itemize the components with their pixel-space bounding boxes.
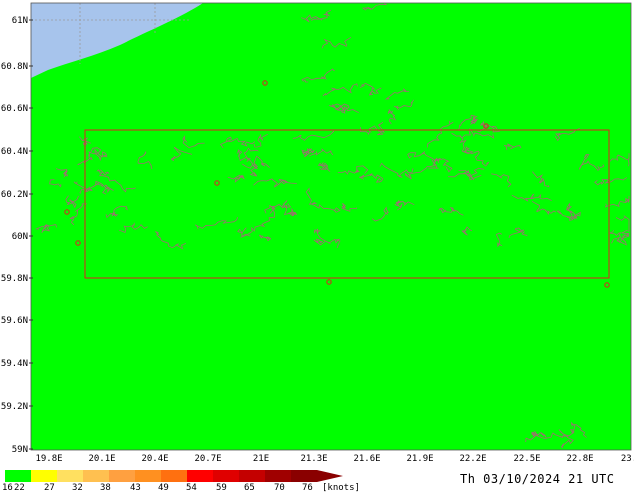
lat-label: 59.2N: [1, 402, 28, 412]
lon-label: 21.3E: [300, 454, 327, 464]
legend-swatch: [187, 470, 213, 482]
lat-label: 60.4N: [1, 147, 28, 157]
legend-value: 54: [186, 483, 197, 493]
legend-unit: [knots]: [322, 483, 360, 493]
legend-value: 76: [302, 483, 313, 493]
lat-label: 60.8N: [1, 62, 28, 72]
lon-label: 19.8E: [35, 454, 62, 464]
legend-value: 22: [14, 483, 25, 493]
legend-swatch: [5, 470, 31, 482]
legend-swatch: [213, 470, 239, 482]
lat-label: 59.6N: [1, 316, 28, 326]
legend-value: 16: [2, 483, 13, 493]
legend-value: 38: [100, 483, 111, 493]
legend-value: 32: [72, 483, 83, 493]
legend-swatch: [239, 470, 265, 482]
legend-swatch: [31, 470, 57, 482]
legend-swatch: [57, 470, 83, 482]
lon-label: 22.5E: [513, 454, 540, 464]
legend-arrow: [317, 470, 343, 482]
lon-label: 21.9E: [406, 454, 433, 464]
lon-label: 22.2E: [459, 454, 486, 464]
valid-time: Th 03/10/2024 21 UTC: [460, 472, 615, 486]
lon-label: 20.4E: [141, 454, 168, 464]
wind-map: 61N 60.8N 60.6N 60.4N 60.2N 60N 59.8N 59.6N 59.4…: [1, 2, 634, 482]
lat-label: 60.6N: [1, 104, 28, 114]
legend-swatch: [109, 470, 135, 482]
longitude-labels: 19.8E 20.1E 20.4E 20.7E 21E 21.3E 21.6E 21.9E 22…: [35, 454, 634, 464]
lat-label: 60N: [12, 232, 28, 242]
lat-label: 59.8N: [1, 274, 28, 284]
lon-label: 21.6E: [353, 454, 380, 464]
legend-swatch: [291, 470, 317, 482]
lon-label: 22.8E: [566, 454, 593, 464]
lat-label: 59N: [12, 445, 28, 455]
legend-value: 59: [216, 483, 227, 493]
lat-label: 59.4N: [1, 359, 28, 369]
lon-label: 23.: [621, 454, 634, 464]
legend-value: 70: [274, 483, 285, 493]
lat-label: 61N: [12, 16, 28, 26]
legend-swatch: [265, 470, 291, 482]
legend-swatch: [161, 470, 187, 482]
lon-label: 20.7E: [194, 454, 221, 464]
legend-swatch: [83, 470, 109, 482]
legend-value: 43: [130, 483, 141, 493]
legend-value: 65: [244, 483, 255, 493]
lon-label: 21E: [253, 454, 269, 464]
legend-value: 49: [158, 483, 169, 493]
lat-label: 60.2N: [1, 190, 28, 200]
legend-colorbar: [5, 470, 343, 482]
legend-swatch: [135, 470, 161, 482]
legend-value: 27: [44, 483, 55, 493]
lon-label: 20.1E: [88, 454, 115, 464]
latitude-labels: 61N 60.8N 60.6N 60.4N 60.2N 60N 59.8N 59.6N 59.4…: [1, 16, 33, 455]
